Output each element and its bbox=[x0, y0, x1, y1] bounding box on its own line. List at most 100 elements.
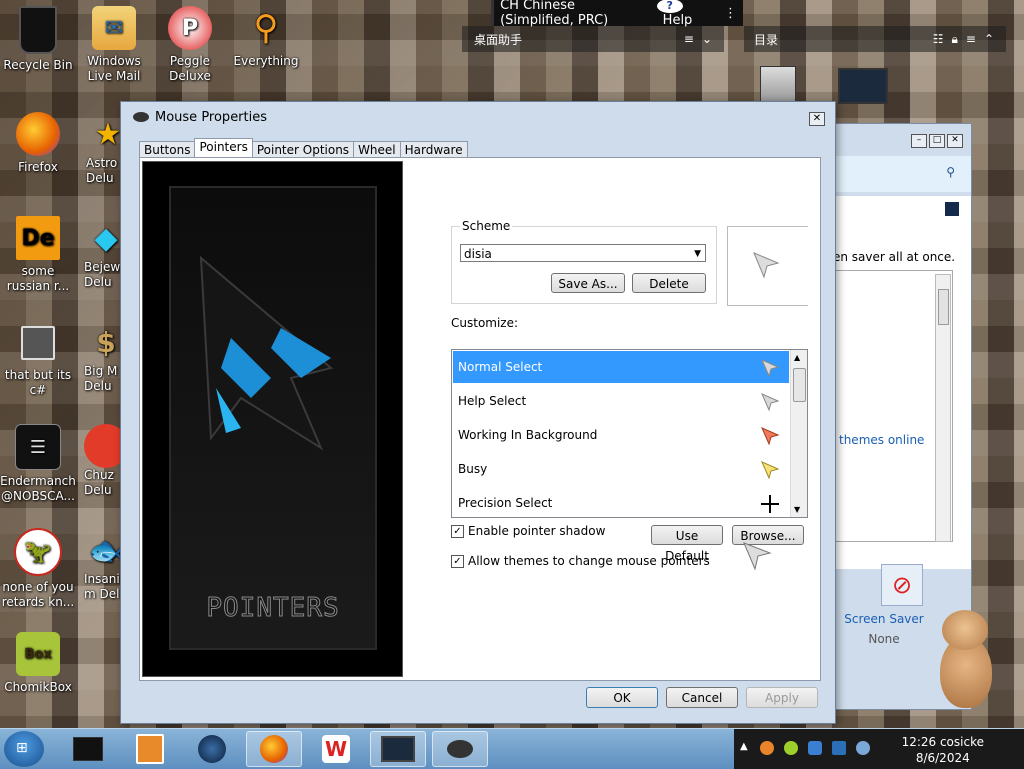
busy-cursor-icon bbox=[761, 461, 779, 479]
desktop-icon-dino[interactable]: 🦖 none of you retards kn... bbox=[0, 528, 76, 610]
chevron-down-icon: ▼ bbox=[694, 249, 701, 259]
scrollbar-thumb[interactable] bbox=[938, 289, 949, 325]
scrollbar-thumb[interactable] bbox=[793, 368, 806, 402]
desktop-icon-everything[interactable]: ⚲ Everything bbox=[228, 6, 304, 69]
volume-icon[interactable] bbox=[856, 741, 870, 755]
chevron-up-icon[interactable]: ⌃ bbox=[984, 32, 1006, 46]
globe-icon bbox=[198, 735, 226, 763]
list-icon[interactable]: ☷ bbox=[933, 32, 952, 46]
delete-button[interactable]: Delete bbox=[632, 273, 706, 293]
catalog-label: 目录 bbox=[754, 32, 779, 47]
desktop-icon-windows-live-mail[interactable]: ✉ Windows Live Mail bbox=[76, 6, 152, 84]
crosshair-cursor-icon bbox=[761, 495, 779, 513]
desktop-icon-firefox[interactable]: Firefox bbox=[0, 112, 76, 175]
scroll-up-icon[interactable]: ▲ bbox=[794, 353, 800, 362]
desktop-icon-label: Endermanch @NOBSCA... bbox=[0, 474, 76, 503]
search-icon[interactable]: ⚲ bbox=[946, 165, 955, 179]
taskbar-item-mouse-properties[interactable] bbox=[432, 731, 488, 767]
mouse-properties-dialog[interactable]: Mouse Properties ✕ Buttons Pointers Poin… bbox=[120, 101, 836, 724]
desktop-icon-label: Bejew Delu bbox=[84, 260, 121, 289]
scheme-select-value: disia bbox=[464, 247, 492, 261]
taskbar-item-media[interactable] bbox=[122, 731, 178, 767]
list-item-busy[interactable]: Busy bbox=[453, 453, 789, 485]
dialog-title-bar[interactable]: Mouse Properties bbox=[121, 102, 835, 132]
close-button[interactable]: ✕ bbox=[947, 134, 963, 148]
pointer-list-scrollbar[interactable]: ▲ ▼ bbox=[790, 350, 807, 517]
desktop-icon-label: Firefox bbox=[18, 160, 58, 174]
clock[interactable]: 12:26 cosicke 8/6/2024 bbox=[902, 734, 984, 766]
desktop-icon-label: Everything bbox=[233, 54, 299, 68]
desktop-helper-bar[interactable]: 桌面助手 ≡ ⌄ bbox=[462, 26, 724, 52]
taskbar-item-globe[interactable] bbox=[184, 731, 240, 767]
desktop-icon-endermanch[interactable]: ☰ Endermanch @NOBSCA... bbox=[0, 424, 76, 504]
show-hidden-icons-icon[interactable]: ▲ bbox=[740, 741, 748, 752]
ok-button[interactable]: OK bbox=[586, 687, 658, 708]
checkbox-check-icon: ✓ bbox=[451, 524, 464, 538]
help-button[interactable]: ?Help bbox=[651, 0, 718, 28]
tray-plus-icon[interactable] bbox=[784, 741, 798, 755]
scheme-group: Scheme disia ▼ Save As... Delete bbox=[451, 219, 717, 304]
mouse-cursor-icon bbox=[743, 542, 772, 571]
scheme-select[interactable]: disia ▼ bbox=[460, 244, 706, 262]
screen-saver-icon: ⊘ bbox=[881, 564, 923, 606]
enable-pointer-shadow-checkbox[interactable]: ✓ Enable pointer shadow bbox=[451, 524, 605, 538]
desktop-icon-recycle-bin[interactable]: Recycle Bin bbox=[0, 6, 76, 73]
media-player-icon bbox=[136, 734, 164, 764]
list-item-working-in-background[interactable]: Working In Background bbox=[453, 419, 789, 451]
personalization-content: en saver all at once. themes online bbox=[833, 196, 971, 569]
magnifier-icon: ⚲ bbox=[253, 7, 279, 48]
desktop-icon-label: Windows Live Mail bbox=[87, 54, 141, 83]
list-item-precision-select[interactable]: Precision Select bbox=[453, 487, 789, 517]
desktop-icon-label: some russian r... bbox=[6, 264, 70, 293]
language-indicator[interactable]: CH Chinese (Simplified, PRC) bbox=[494, 0, 651, 28]
customize-label: Customize: bbox=[451, 316, 519, 330]
chevron-down-icon[interactable]: ⌄ bbox=[702, 32, 724, 46]
menu-icon[interactable]: ≡ bbox=[966, 32, 984, 46]
apply-button[interactable]: Apply bbox=[746, 687, 818, 708]
menu-icon[interactable]: ≡ bbox=[684, 32, 702, 46]
desktop-icon-label: Big M Delu bbox=[84, 364, 118, 393]
list-item-help-select[interactable]: Help Select bbox=[453, 385, 789, 417]
desktop-icon-peggle[interactable]: P Peggle Deluxe bbox=[152, 6, 228, 84]
desktop-icon-chomikbox[interactable]: Box ChomikBox bbox=[0, 632, 76, 695]
scroll-down-icon[interactable]: ▼ bbox=[794, 505, 800, 514]
address-bar[interactable]: ⚲ bbox=[833, 156, 971, 192]
monitor-shortcut-icon[interactable] bbox=[838, 68, 888, 104]
preview-frame: POINTERS bbox=[169, 186, 377, 650]
notes-icon: ☰ bbox=[15, 424, 61, 470]
help-icon: ? bbox=[656, 0, 683, 13]
taskbar-item-firefox[interactable] bbox=[246, 731, 302, 767]
taskbar-item-window[interactable] bbox=[60, 731, 116, 767]
list-item-normal-select[interactable]: Normal Select bbox=[453, 351, 789, 383]
desktop-icon-label: Astro Delu bbox=[86, 156, 118, 185]
language-bar[interactable]: CH Chinese (Simplified, PRC) ?Help ⋮ bbox=[491, 0, 743, 28]
list-item-label: Help Select bbox=[458, 394, 527, 408]
minimize-button[interactable]: – bbox=[911, 134, 927, 148]
catalog-bar[interactable]: 目录 ☷ 🔒︎ ≡ ⌃ bbox=[744, 26, 1006, 52]
mouse-icon bbox=[447, 740, 473, 758]
desktop-icon-de[interactable]: De some russian r... bbox=[0, 216, 76, 294]
lock-icon[interactable]: 🔒︎ bbox=[951, 32, 965, 47]
peggle-icon: P bbox=[168, 6, 212, 50]
start-button[interactable]: ⊞ bbox=[4, 731, 44, 767]
use-default-button[interactable]: Use Default bbox=[651, 525, 723, 563]
help-small-icon[interactable] bbox=[945, 202, 959, 216]
language-bar-options-icon[interactable]: ⋮ bbox=[718, 6, 743, 21]
folder-shortcut-icon[interactable] bbox=[760, 66, 796, 102]
cancel-button[interactable]: Cancel bbox=[666, 687, 738, 708]
hamster-pet[interactable] bbox=[932, 606, 1002, 710]
taskbar-item-wps[interactable]: W bbox=[308, 731, 364, 767]
network-icon[interactable] bbox=[832, 741, 846, 755]
close-button[interactable]: ✕ bbox=[809, 112, 825, 126]
desktop-icon-that-but-its-csharp[interactable]: that but its c# bbox=[0, 320, 76, 398]
pointer-list[interactable]: Normal Select Help Select Working In Bac… bbox=[451, 349, 808, 518]
taskbar-item-personalization[interactable] bbox=[370, 731, 426, 767]
desktop-icon-label: that but its c# bbox=[4, 368, 72, 397]
themes-scrollbar[interactable] bbox=[935, 274, 951, 542]
shield-icon[interactable] bbox=[808, 741, 822, 755]
tray-app-icon[interactable] bbox=[760, 741, 774, 755]
save-as-button[interactable]: Save As... bbox=[551, 273, 625, 293]
get-themes-online-link[interactable]: themes online bbox=[839, 433, 924, 447]
maximize-button[interactable]: □ bbox=[929, 134, 945, 148]
help-cursor-icon bbox=[761, 393, 779, 411]
